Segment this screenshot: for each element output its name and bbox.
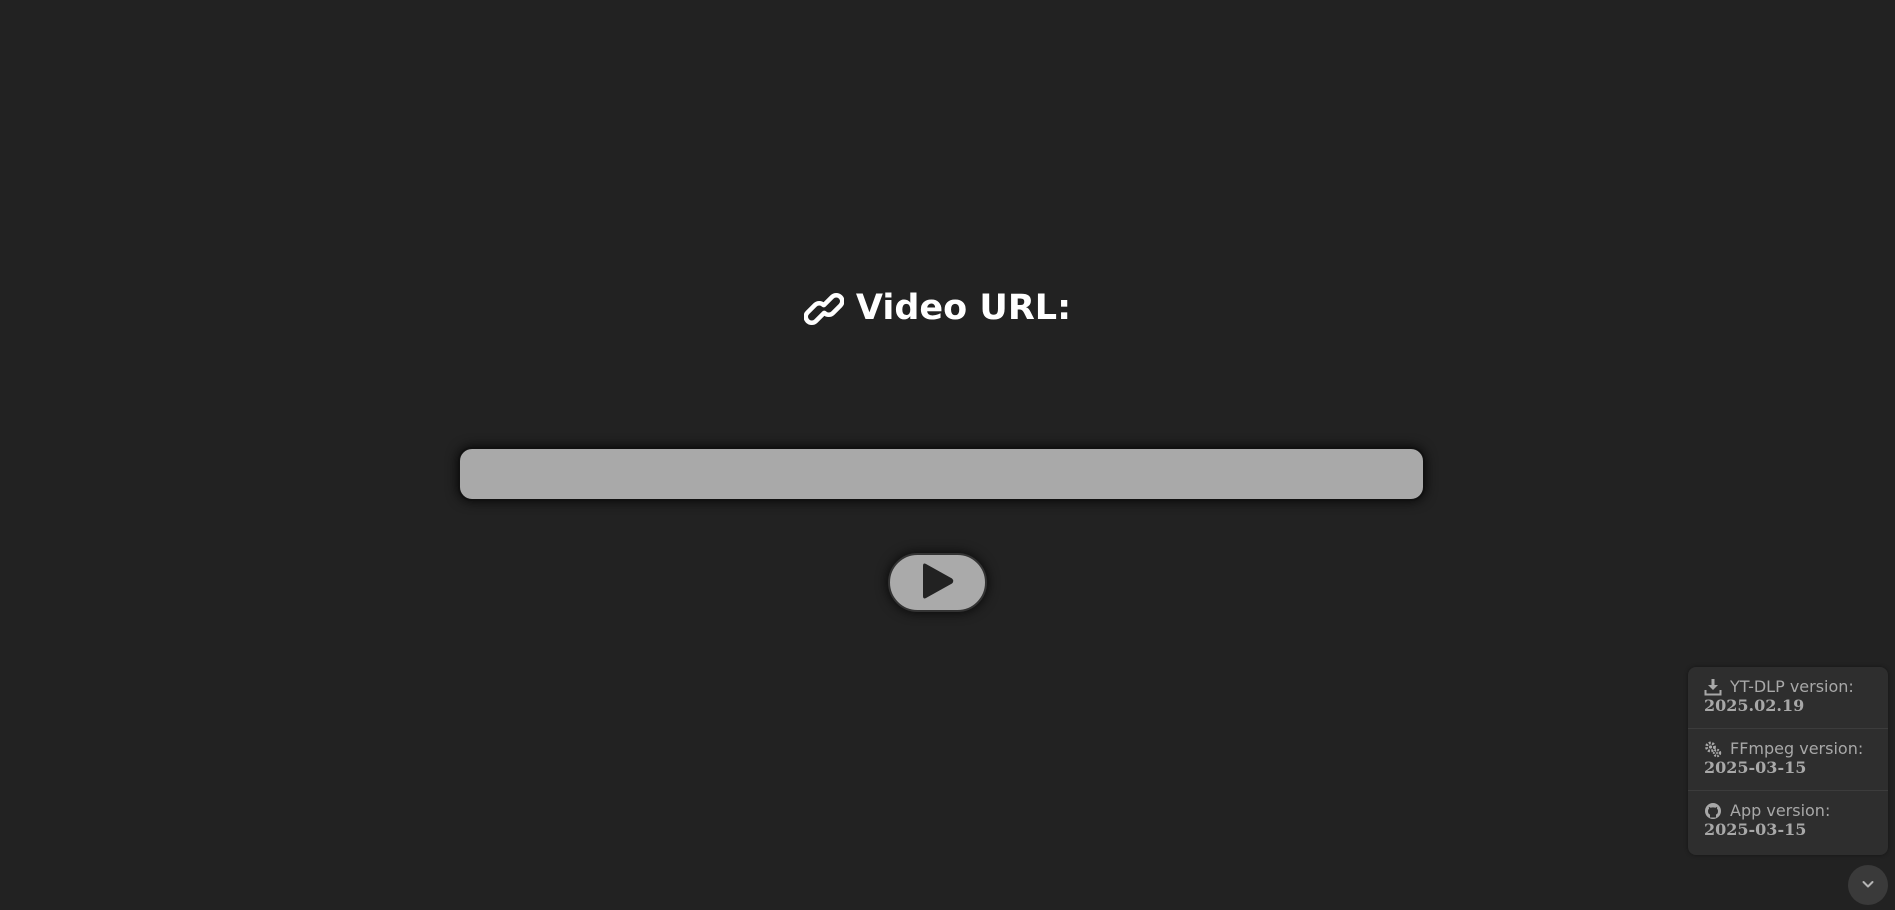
version-item-app: App version: 2025-03-15 — [1688, 791, 1888, 853]
link-icon — [803, 288, 845, 328]
version-value: 2025-03-15 — [1704, 758, 1807, 777]
version-item-ffmpeg: FFmpeg version: 2025-03-15 — [1688, 729, 1888, 791]
collapse-versions-button[interactable] — [1848, 865, 1888, 905]
version-item-yt-dlp: YT-DLP version: 2025.02.19 — [1688, 667, 1888, 729]
page-title: Video URL: — [0, 282, 1875, 334]
page-title-text: Video URL: — [855, 288, 1072, 328]
chevron-down-icon — [1860, 876, 1876, 895]
version-value: 2025-03-15 — [1704, 820, 1807, 839]
play-icon — [921, 561, 955, 604]
gears-icon — [1705, 741, 1722, 758]
download-icon — [1704, 679, 1722, 696]
version-panel: YT-DLP version: 2025.02.19 FFmpeg versio… — [1688, 667, 1888, 855]
page: Video URL: YT-DLP version: 2025.02.19 FF… — [0, 0, 1895, 910]
version-label: FFmpeg version: — [1730, 739, 1864, 758]
github-icon — [1705, 803, 1721, 819]
version-label: YT-DLP version: — [1730, 677, 1854, 696]
version-value: 2025.02.19 — [1704, 696, 1805, 715]
version-label: App version: — [1730, 801, 1831, 820]
play-button[interactable] — [888, 553, 987, 612]
video-url-input[interactable] — [458, 447, 1425, 501]
